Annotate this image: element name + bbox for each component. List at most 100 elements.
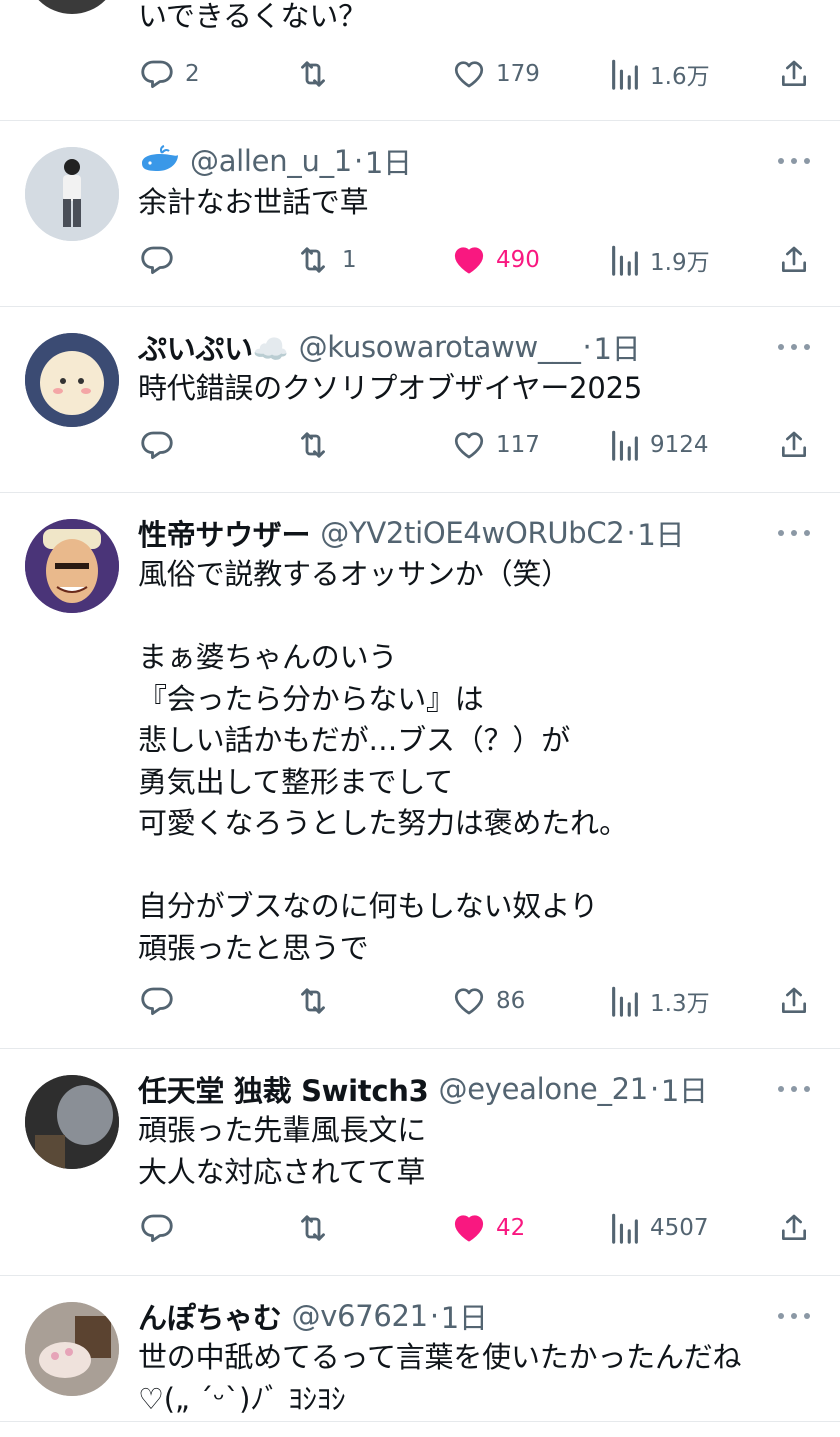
partial-post: いできるくない？ 2 179 1.6万	[0, 0, 840, 121]
retweet-button[interactable]	[294, 425, 332, 465]
retweet-button[interactable]	[294, 981, 332, 1021]
reply-icon	[141, 246, 173, 275]
retweet-button[interactable]	[294, 1208, 332, 1248]
views-count: 9124	[650, 432, 709, 458]
avatar-image	[25, 1302, 119, 1396]
separator: ·	[429, 1299, 439, 1333]
post-text: いできるくない？	[138, 0, 367, 33]
display-name[interactable]: 性帝サウザー	[138, 512, 311, 554]
display-name[interactable]: 任天堂 独裁 Switch3	[138, 1068, 429, 1110]
separator: ·	[626, 516, 636, 550]
retweet-button[interactable]: 1	[294, 240, 357, 280]
timestamp[interactable]: 1日	[593, 326, 640, 368]
reply-button[interactable]	[139, 240, 175, 280]
like-button[interactable]: 86	[452, 981, 525, 1021]
user-handle[interactable]: @allen_u_1	[190, 144, 352, 178]
views-icon	[612, 59, 638, 90]
retweet-icon	[301, 61, 325, 87]
like-button[interactable]: 42	[452, 1208, 525, 1248]
timestamp[interactable]: 1日	[661, 1068, 708, 1110]
timestamp[interactable]: 1日	[441, 1295, 488, 1337]
like-button[interactable]: 490	[452, 240, 540, 280]
reply-icon	[141, 431, 173, 460]
avatar[interactable]	[25, 1302, 119, 1396]
retweet-icon	[301, 247, 325, 273]
like-count: 86	[496, 988, 526, 1014]
more-button[interactable]	[778, 342, 810, 352]
action-bar: 86 1.3万	[0, 981, 840, 1021]
views-button[interactable]: 4507	[610, 1208, 709, 1248]
more-button[interactable]	[778, 528, 810, 538]
post[interactable]: @allen_u_1 · 1日 余計なお世話で草 1 490 1.9万	[0, 121, 840, 307]
like-count: 117	[496, 432, 540, 458]
action-bar: 42 4507	[0, 1208, 840, 1248]
avatar[interactable]	[25, 1075, 119, 1169]
views-button[interactable]: 9124	[610, 425, 709, 465]
user-handle[interactable]: @v67621	[292, 1299, 429, 1333]
reply-icon	[141, 1214, 173, 1243]
display-name[interactable]: ぷいぷい☁️	[138, 326, 289, 368]
post[interactable]: 任天堂 独裁 Switch3 @eyealone_21 · 1日 頑張った先輩風…	[0, 1049, 840, 1276]
user-handle[interactable]: @kusowarotaww___	[299, 330, 581, 364]
views-icon	[612, 1213, 638, 1244]
heart-icon	[454, 432, 484, 459]
share-button[interactable]	[778, 240, 810, 280]
post[interactable]: 性帝サウザー @YV2tiOE4wORUbC2 · 1日 風俗で説教するオッサン…	[0, 493, 840, 1049]
action-bar: 1 490 1.9万	[0, 240, 840, 280]
separator: ·	[649, 1072, 659, 1106]
post-text: 頑張った先輩風長文に 大人な対応されてて草	[138, 1113, 427, 1189]
user-handle[interactable]: @eyealone_21	[439, 1072, 649, 1106]
views-button[interactable]: 1.3万	[610, 981, 710, 1021]
post[interactable]: んぽちゃむ @v67621 · 1日 世の中舐めてるって言葉を使いたかったんだね…	[0, 1276, 840, 1422]
more-button[interactable]	[778, 156, 810, 166]
share-button[interactable]	[778, 981, 810, 1021]
post-header: @allen_u_1 · 1日	[138, 141, 412, 181]
retweet-count: 1	[342, 247, 357, 273]
heart-icon	[454, 1215, 484, 1242]
reply-button[interactable]: 2	[139, 54, 200, 94]
reply-button[interactable]	[139, 1208, 175, 1248]
share-icon	[782, 987, 806, 1013]
share-icon	[782, 1214, 806, 1240]
user-handle[interactable]: @YV2tiOE4wORUbC2	[320, 516, 625, 550]
post-text: 余計なお世話で草	[138, 185, 369, 219]
reply-button[interactable]	[139, 425, 175, 465]
post[interactable]: ぷいぷい☁️ @kusowarotaww___ · 1日 時代錯誤のクソリプオブ…	[0, 307, 840, 493]
action-bar: 117 9124	[0, 425, 840, 465]
avatar-image	[25, 333, 119, 427]
share-button[interactable]	[778, 425, 810, 465]
views-button[interactable]: 1.6万	[610, 54, 710, 94]
post-header: ぷいぷい☁️ @kusowarotaww___ · 1日	[138, 326, 641, 368]
separator: ·	[582, 330, 592, 364]
post-text: 時代錯誤のクソリプオブザイヤー2025	[138, 371, 643, 405]
views-button[interactable]: 1.9万	[610, 240, 710, 280]
share-button[interactable]	[778, 54, 810, 94]
avatar-image	[25, 1075, 119, 1169]
views-count: 1.3万	[650, 991, 710, 1017]
heart-icon	[454, 61, 484, 88]
more-button[interactable]	[778, 1311, 810, 1321]
avatar[interactable]	[25, 519, 119, 613]
avatar[interactable]	[25, 147, 119, 241]
more-button[interactable]	[778, 1084, 810, 1094]
share-icon	[782, 431, 806, 457]
retweet-icon	[301, 988, 325, 1014]
views-count: 4507	[650, 1215, 709, 1241]
post-header: 性帝サウザー @YV2tiOE4wORUbC2 · 1日	[138, 512, 685, 554]
timestamp[interactable]: 1日	[637, 512, 684, 554]
reply-button[interactable]	[139, 981, 175, 1021]
like-button[interactable]: 117	[452, 425, 540, 465]
avatar[interactable]	[25, 333, 119, 427]
share-icon	[782, 60, 806, 86]
like-button[interactable]: 179	[452, 54, 540, 94]
like-count: 42	[496, 1215, 526, 1241]
display-name[interactable]: んぽちゃむ	[138, 1295, 282, 1337]
retweet-button[interactable]	[294, 54, 332, 94]
like-count: 179	[496, 61, 540, 87]
share-button[interactable]	[778, 1208, 810, 1248]
views-count: 1.9万	[650, 250, 710, 276]
retweet-icon	[301, 432, 325, 458]
heart-icon	[454, 988, 484, 1015]
timestamp[interactable]: 1日	[365, 140, 412, 182]
avatar[interactable]	[25, 0, 119, 14]
